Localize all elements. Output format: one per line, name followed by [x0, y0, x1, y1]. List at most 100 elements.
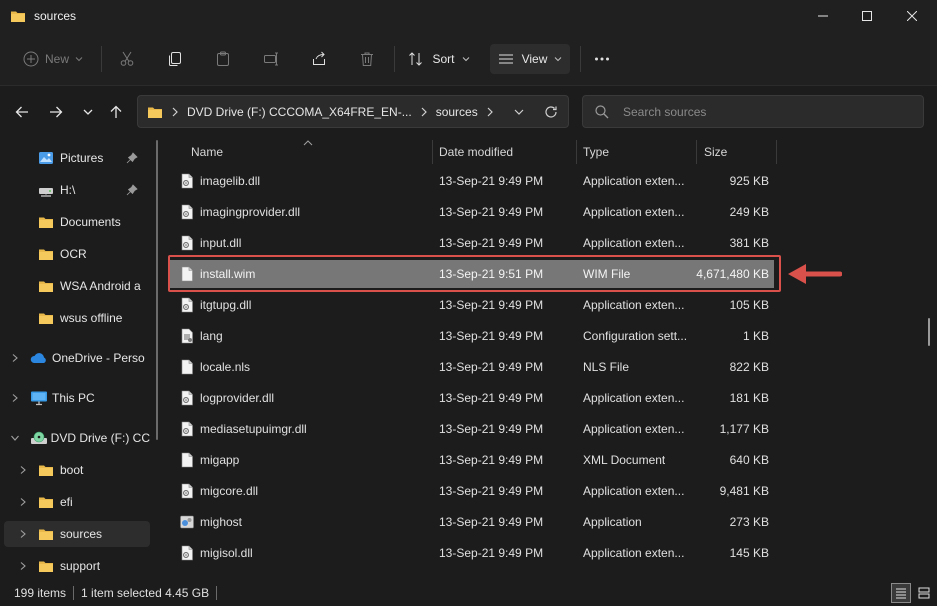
delete-icon [361, 52, 373, 66]
minimize-icon [818, 15, 828, 17]
column-header-size[interactable]: Size [704, 138, 727, 166]
table-row[interactable]: imagingprovider.dll 13-Sep-21 9:49 PM Ap… [170, 198, 774, 226]
breadcrumb-folder[interactable]: sources [436, 105, 478, 119]
sidebar-item-ocr[interactable]: OCR [4, 241, 150, 267]
file-list-scrollbar[interactable] [928, 318, 930, 346]
sidebar-item-sources[interactable]: sources [4, 521, 150, 547]
sidebar-item-documents[interactable]: Documents [4, 209, 150, 235]
chevron-down-icon[interactable] [514, 107, 524, 117]
dll-file-icon [181, 297, 194, 313]
rename-icon [264, 52, 278, 66]
annotation-highlight-box [168, 255, 781, 292]
column-header-type[interactable]: Type [583, 138, 609, 166]
table-row[interactable]: input.dll 13-Sep-21 9:49 PM Application … [170, 229, 774, 257]
refresh-icon[interactable] [544, 105, 558, 119]
sidebar-item-this-pc[interactable]: This PC [4, 385, 150, 411]
address-bar[interactable]: DVD Drive (F:) CCCOMA_X64FRE_EN-... sour… [137, 95, 569, 128]
chevron-right-icon [172, 107, 178, 116]
sidebar-item-efi[interactable]: efi [4, 489, 150, 515]
search-input[interactable] [623, 104, 913, 119]
close-button[interactable] [889, 0, 935, 32]
table-row[interactable]: logprovider.dll 13-Sep-21 9:49 PM Applic… [170, 384, 774, 412]
sort-icon [409, 52, 423, 66]
chevron-right-icon[interactable] [10, 353, 20, 363]
table-row[interactable]: mighost 13-Sep-21 9:49 PM Application 27… [170, 508, 774, 536]
column-header-date[interactable]: Date modified [439, 138, 513, 166]
sidebar-item-label: support [60, 559, 101, 573]
sidebar-item-wsa-android[interactable]: WSA Android a [4, 273, 150, 299]
table-row[interactable]: itgtupg.dll 13-Sep-21 9:49 PM Applicatio… [170, 291, 774, 319]
sidebar-item-dvd-drive[interactable]: DVD Drive (F:) CC [4, 425, 150, 451]
table-row[interactable]: migapp 13-Sep-21 9:49 PM XML Document 64… [170, 446, 774, 474]
new-button[interactable]: New [18, 44, 88, 74]
selection-info: 1 item selected 4.45 GB [81, 586, 210, 600]
recent-locations-button[interactable] [76, 100, 100, 124]
pictures-icon [39, 152, 53, 164]
chevron-down-icon[interactable] [10, 433, 20, 443]
up-button[interactable] [104, 100, 128, 124]
share-button[interactable] [306, 44, 332, 74]
minimize-button[interactable] [800, 0, 846, 32]
arrow-left-icon [15, 106, 28, 118]
sidebar-item-label: Pictures [60, 151, 104, 165]
table-row[interactable]: locale.nls 13-Sep-21 9:49 PM NLS File 82… [170, 353, 774, 381]
view-label: View [521, 52, 548, 66]
share-icon [313, 51, 325, 65]
more-options-button[interactable] [588, 44, 616, 74]
dll-file-icon [181, 390, 194, 406]
paste-button[interactable] [210, 44, 236, 74]
table-row[interactable]: lang 13-Sep-21 9:49 PM Configuration set… [170, 322, 774, 350]
sidebar-item-label: This PC [52, 391, 95, 405]
dll-file-icon [181, 483, 194, 499]
sidebar-scrollbar[interactable] [156, 140, 158, 440]
chevron-right-icon[interactable] [18, 465, 28, 475]
chevron-down-icon [555, 57, 562, 62]
rename-button[interactable] [258, 44, 284, 74]
table-row[interactable]: migisol.dll 13-Sep-21 9:49 PM Applicatio… [170, 539, 774, 567]
chevron-right-icon[interactable] [18, 529, 28, 539]
view-button[interactable]: View [490, 44, 570, 74]
column-header-name[interactable]: Name [191, 138, 223, 166]
table-row[interactable]: imagelib.dll 13-Sep-21 9:49 PM Applicati… [170, 167, 774, 195]
sidebar-item-pictures[interactable]: Pictures [4, 145, 150, 171]
back-button[interactable] [10, 100, 34, 124]
maximize-button[interactable] [844, 0, 890, 32]
sidebar-item-onedrive[interactable]: OneDrive - Perso [4, 345, 150, 371]
table-row[interactable]: mediasetupuimgr.dll 13-Sep-21 9:49 PM Ap… [170, 415, 774, 443]
dll-file-icon [181, 173, 194, 189]
details-view-button[interactable] [891, 583, 911, 603]
chevron-right-icon[interactable] [18, 497, 28, 507]
file-icon [181, 359, 193, 375]
cut-button[interactable] [114, 44, 140, 74]
forward-button[interactable] [44, 100, 68, 124]
view-icon [498, 54, 513, 64]
window-title: sources [34, 9, 77, 23]
folder-icon [39, 529, 53, 540]
chevron-right-icon[interactable] [10, 393, 20, 403]
dvd-drive-icon [30, 431, 47, 444]
onedrive-icon [30, 353, 46, 363]
command-bar: New Sort View [0, 32, 937, 86]
sidebar-item-label: wsus offline [60, 311, 123, 325]
breadcrumb-drive[interactable]: DVD Drive (F:) CCCOMA_X64FRE_EN-... [187, 105, 412, 119]
sidebar-item-wsus-offline[interactable]: wsus offline [4, 305, 150, 331]
chevron-right-icon[interactable] [18, 561, 28, 571]
navigation-pane: Pictures H:\ Documents OCR WSA Android a… [0, 138, 152, 580]
chevron-down-icon [75, 57, 83, 62]
sort-button[interactable]: Sort [404, 44, 474, 74]
sidebar-item-support[interactable]: support [4, 553, 150, 579]
table-row[interactable]: migcore.dll 13-Sep-21 9:49 PM Applicatio… [170, 477, 774, 505]
tiles-view-button[interactable] [914, 583, 934, 603]
sidebar-item-label: Documents [60, 215, 121, 229]
delete-button[interactable] [354, 44, 380, 74]
search-box[interactable] [582, 95, 924, 128]
annotation-arrow-icon [788, 264, 842, 284]
sidebar-item-boot[interactable]: boot [4, 457, 150, 483]
folder-icon [39, 313, 53, 324]
copy-button[interactable] [162, 44, 188, 74]
sidebar-item-label: H:\ [60, 183, 76, 197]
folder-icon [39, 217, 53, 228]
sidebar-item-label: DVD Drive (F:) CC [50, 431, 150, 445]
chevron-down-icon [462, 57, 469, 62]
sidebar-item-h-drive[interactable]: H:\ [4, 177, 150, 203]
